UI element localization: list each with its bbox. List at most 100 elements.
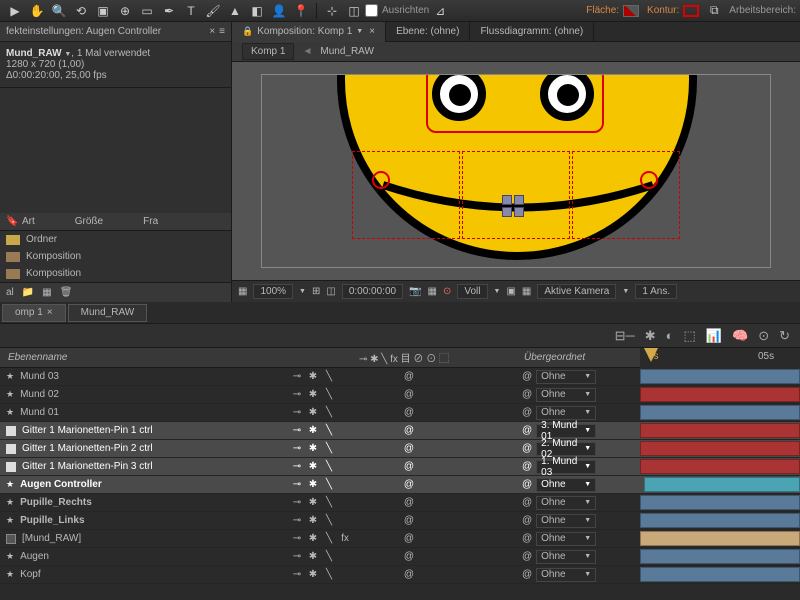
search2-icon[interactable]: ⊙ [758, 328, 769, 344]
track-row[interactable] [640, 404, 800, 422]
camera-tool-icon[interactable]: ▣ [92, 2, 114, 20]
track-row[interactable] [640, 386, 800, 404]
track-row[interactable] [640, 440, 800, 458]
track-row[interactable] [640, 494, 800, 512]
switches-cell[interactable]: ⊸✱╲@ [290, 407, 518, 418]
shape-tool-icon[interactable]: ▭ [136, 2, 158, 20]
track-row[interactable] [640, 368, 800, 386]
switches-cell[interactable]: ⊸✱╲@ [290, 371, 518, 382]
layer-bar[interactable] [640, 423, 800, 438]
pickwhip-icon[interactable]: @ [522, 371, 532, 382]
switches-cell[interactable]: ⊸✱╲@ [290, 389, 518, 400]
hand-tool-icon[interactable]: ✋ [26, 2, 48, 20]
eraser-tool-icon[interactable]: ◧ [246, 2, 268, 20]
stamp-tool-icon[interactable]: ▲ [224, 2, 246, 20]
tab-ebene[interactable]: Ebene: (ohne) [386, 22, 470, 42]
graph-icon[interactable]: 📊 [706, 328, 722, 344]
pickwhip-icon[interactable]: @ [522, 569, 532, 580]
eyes-controller-rect[interactable] [426, 74, 604, 133]
pickwhip-icon[interactable]: @ [522, 515, 532, 526]
track-row[interactable] [640, 566, 800, 584]
parent-dropdown[interactable]: Ohne▼ [536, 568, 596, 582]
refresh-icon[interactable]: ↻ [779, 328, 790, 344]
panel-close-icon[interactable]: × [209, 26, 215, 37]
axis-icon[interactable]: ⊹ [321, 2, 343, 20]
layer-bar[interactable] [640, 495, 800, 510]
project-item[interactable]: Komposition [0, 248, 231, 265]
track-row[interactable] [640, 530, 800, 548]
pickwhip-icon[interactable]: @ [522, 443, 532, 454]
link-icon[interactable]: ⧉ [703, 2, 725, 20]
parent-dropdown[interactable]: Ohne▼ [536, 406, 596, 420]
safe-icon[interactable]: ◫ [326, 286, 335, 297]
timeline-tab-mund[interactable]: Mund_RAW [68, 304, 148, 322]
layer-bar[interactable] [640, 441, 800, 456]
views-dropdown[interactable]: 1 Ans. [635, 284, 677, 299]
camera-dropdown[interactable]: Aktive Kamera [537, 284, 616, 299]
pickwhip-icon[interactable]: @ [522, 479, 532, 490]
project-item[interactable]: Komposition [0, 265, 231, 282]
project-item[interactable]: Ordner [0, 231, 231, 248]
selection-tool-icon[interactable]: ▶ [4, 2, 26, 20]
time-ruler[interactable]: 0s 05s [640, 348, 800, 368]
zoom-dropdown[interactable]: 100% [253, 284, 293, 299]
layer-bar[interactable] [640, 531, 800, 546]
pickwhip-icon[interactable]: @ [522, 407, 532, 418]
parent-dropdown[interactable]: Ohne▼ [536, 514, 596, 528]
switches-cell[interactable]: ⊸✱╲@ [290, 551, 518, 562]
layer-icon[interactable]: ◫ [343, 2, 365, 20]
switches-cell[interactable]: ⊸✱╲@ [290, 479, 518, 490]
time-display[interactable]: 0:00:00:00 [342, 284, 403, 299]
track-row[interactable] [640, 548, 800, 566]
folder-icon[interactable]: 📁 [22, 287, 34, 298]
zoom-tool-icon[interactable]: 🔍 [48, 2, 70, 20]
snapshot-icon[interactable]: 📷 [409, 286, 421, 297]
switches-cell[interactable]: ⊸✱╲fx@ [290, 533, 518, 544]
parent-dropdown[interactable]: 2. Mund 02▼ [536, 442, 596, 456]
roto-tool-icon[interactable]: 👤 [268, 2, 290, 20]
puppet-pins[interactable] [502, 195, 530, 223]
layer-bar[interactable] [640, 567, 800, 582]
draft-icon[interactable]: ✱ [645, 328, 656, 344]
parent-dropdown[interactable]: Ohne▼ [536, 388, 596, 402]
parent-dropdown[interactable]: Ohne▼ [536, 496, 596, 510]
grid2-icon[interactable]: ▦ [522, 286, 531, 297]
layer-bar[interactable] [640, 459, 800, 474]
parent-dropdown[interactable]: Ohne▼ [536, 550, 596, 564]
breadcrumb-komp[interactable]: Komp 1 [242, 43, 294, 60]
rotate-tool-icon[interactable]: ⟲ [70, 2, 92, 20]
pickwhip-icon[interactable]: @ [522, 425, 532, 436]
breadcrumb-mund[interactable]: Mund_RAW [320, 46, 374, 57]
tree-icon[interactable]: ⊟─ [615, 328, 635, 344]
show-icon[interactable]: ▦ [428, 286, 437, 297]
track-row[interactable] [640, 476, 800, 494]
channel-icon[interactable]: ⊙ [443, 286, 451, 297]
parent-dropdown[interactable]: 1. Mund 03▼ [536, 460, 596, 474]
trash-icon[interactable]: 🗑 [60, 287, 73, 298]
anchor-tool-icon[interactable]: ⊕ [114, 2, 136, 20]
grid-icon[interactable]: ▦ [238, 286, 247, 297]
parent-dropdown[interactable]: Ohne▼ [536, 370, 596, 384]
snap-icon[interactable]: ⊿ [429, 2, 451, 20]
layer-bar[interactable] [640, 549, 800, 564]
switches-cell[interactable]: ⊸✱╲@ [290, 443, 518, 454]
pickwhip-icon[interactable]: @ [522, 533, 532, 544]
track-row[interactable] [640, 512, 800, 530]
res-icon[interactable]: ⊞ [312, 286, 320, 297]
track-row[interactable] [640, 422, 800, 440]
blur-icon[interactable]: ◐ [666, 328, 674, 343]
parent-dropdown[interactable]: Ohne▼ [536, 532, 596, 546]
pin-tool-icon[interactable]: 📍 [290, 2, 312, 20]
effect-panel-tab[interactable]: fekteinstellungen: Augen Controller × ≡ [0, 22, 231, 42]
text-tool-icon[interactable]: T [180, 2, 202, 20]
panel-menu-icon[interactable]: ≡ [219, 26, 225, 37]
layer-bar[interactable] [640, 369, 800, 384]
tab-flussdiagramm[interactable]: Flussdiagramm: (ohne) [470, 22, 594, 42]
toggle-icon[interactable]: ▣ [506, 286, 515, 297]
layer-bar[interactable] [644, 477, 800, 492]
parent-dropdown[interactable]: 3. Mund 01▼ [536, 424, 596, 438]
stroke-swatch[interactable] [683, 5, 699, 17]
align-checkbox[interactable] [365, 4, 378, 17]
motion-icon[interactable]: ⬚ [684, 328, 696, 344]
timeline-tracks[interactable]: 0s 05s [640, 348, 800, 584]
